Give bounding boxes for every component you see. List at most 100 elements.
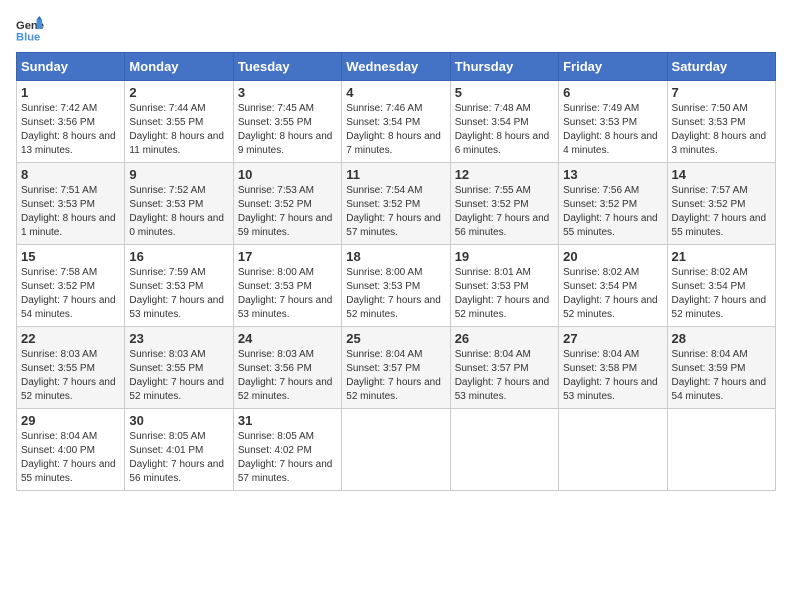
day-info: Sunrise: 7:53 AM Sunset: 3:52 PM Dayligh… [238,184,337,240]
calendar-cell: 27 Sunrise: 8:04 AM Sunset: 3:58 PM Dayl… [559,327,667,409]
day-info: Sunrise: 7:46 AM Sunset: 3:54 PM Dayligh… [346,102,445,158]
day-number: 1 [21,85,120,100]
calendar-header-saturday: Saturday [667,53,775,81]
day-number: 9 [129,167,228,182]
logo: General Blue [16,16,48,44]
calendar-cell [559,409,667,491]
calendar-header-row: SundayMondayTuesdayWednesdayThursdayFrid… [17,53,776,81]
day-info: Sunrise: 7:55 AM Sunset: 3:52 PM Dayligh… [455,184,554,240]
calendar-cell: 2 Sunrise: 7:44 AM Sunset: 3:55 PM Dayli… [125,81,233,163]
calendar-header-tuesday: Tuesday [233,53,341,81]
calendar-cell: 23 Sunrise: 8:03 AM Sunset: 3:55 PM Dayl… [125,327,233,409]
day-number: 15 [21,249,120,264]
day-info: Sunrise: 8:05 AM Sunset: 4:01 PM Dayligh… [129,430,228,486]
day-info: Sunrise: 8:02 AM Sunset: 3:54 PM Dayligh… [563,266,662,322]
calendar-cell: 7 Sunrise: 7:50 AM Sunset: 3:53 PM Dayli… [667,81,775,163]
day-number: 31 [238,413,337,428]
day-number: 26 [455,331,554,346]
calendar-week-row: 1 Sunrise: 7:42 AM Sunset: 3:56 PM Dayli… [17,81,776,163]
day-number: 3 [238,85,337,100]
day-number: 8 [21,167,120,182]
day-info: Sunrise: 8:04 AM Sunset: 3:58 PM Dayligh… [563,348,662,404]
day-number: 20 [563,249,662,264]
calendar-week-row: 8 Sunrise: 7:51 AM Sunset: 3:53 PM Dayli… [17,163,776,245]
day-number: 22 [21,331,120,346]
calendar-cell: 8 Sunrise: 7:51 AM Sunset: 3:53 PM Dayli… [17,163,125,245]
day-info: Sunrise: 7:42 AM Sunset: 3:56 PM Dayligh… [21,102,120,158]
day-number: 27 [563,331,662,346]
calendar-week-row: 29 Sunrise: 8:04 AM Sunset: 4:00 PM Dayl… [17,409,776,491]
day-number: 24 [238,331,337,346]
calendar-cell: 13 Sunrise: 7:56 AM Sunset: 3:52 PM Dayl… [559,163,667,245]
day-info: Sunrise: 8:04 AM Sunset: 3:57 PM Dayligh… [455,348,554,404]
day-info: Sunrise: 7:52 AM Sunset: 3:53 PM Dayligh… [129,184,228,240]
calendar-cell [450,409,558,491]
calendar-week-row: 15 Sunrise: 7:58 AM Sunset: 3:52 PM Dayl… [17,245,776,327]
day-number: 14 [672,167,771,182]
day-number: 25 [346,331,445,346]
calendar-cell: 15 Sunrise: 7:58 AM Sunset: 3:52 PM Dayl… [17,245,125,327]
calendar-cell: 11 Sunrise: 7:54 AM Sunset: 3:52 PM Dayl… [342,163,450,245]
day-number: 7 [672,85,771,100]
calendar-header-sunday: Sunday [17,53,125,81]
calendar-cell: 5 Sunrise: 7:48 AM Sunset: 3:54 PM Dayli… [450,81,558,163]
calendar-cell: 29 Sunrise: 8:04 AM Sunset: 4:00 PM Dayl… [17,409,125,491]
calendar-cell: 26 Sunrise: 8:04 AM Sunset: 3:57 PM Dayl… [450,327,558,409]
header: General Blue [16,16,776,44]
day-info: Sunrise: 7:45 AM Sunset: 3:55 PM Dayligh… [238,102,337,158]
day-number: 29 [21,413,120,428]
day-info: Sunrise: 7:48 AM Sunset: 3:54 PM Dayligh… [455,102,554,158]
day-number: 5 [455,85,554,100]
day-number: 16 [129,249,228,264]
calendar-header-wednesday: Wednesday [342,53,450,81]
day-number: 4 [346,85,445,100]
calendar-cell: 16 Sunrise: 7:59 AM Sunset: 3:53 PM Dayl… [125,245,233,327]
calendar-cell: 9 Sunrise: 7:52 AM Sunset: 3:53 PM Dayli… [125,163,233,245]
calendar-cell: 14 Sunrise: 7:57 AM Sunset: 3:52 PM Dayl… [667,163,775,245]
calendar: SundayMondayTuesdayWednesdayThursdayFrid… [16,52,776,491]
day-info: Sunrise: 7:59 AM Sunset: 3:53 PM Dayligh… [129,266,228,322]
calendar-cell: 12 Sunrise: 7:55 AM Sunset: 3:52 PM Dayl… [450,163,558,245]
day-info: Sunrise: 8:03 AM Sunset: 3:56 PM Dayligh… [238,348,337,404]
calendar-header-friday: Friday [559,53,667,81]
day-number: 17 [238,249,337,264]
day-number: 11 [346,167,445,182]
calendar-cell: 24 Sunrise: 8:03 AM Sunset: 3:56 PM Dayl… [233,327,341,409]
day-info: Sunrise: 8:00 AM Sunset: 3:53 PM Dayligh… [346,266,445,322]
day-number: 21 [672,249,771,264]
day-info: Sunrise: 8:04 AM Sunset: 3:59 PM Dayligh… [672,348,771,404]
day-number: 13 [563,167,662,182]
svg-text:Blue: Blue [16,31,40,43]
day-info: Sunrise: 8:03 AM Sunset: 3:55 PM Dayligh… [21,348,120,404]
day-number: 10 [238,167,337,182]
calendar-cell: 17 Sunrise: 8:00 AM Sunset: 3:53 PM Dayl… [233,245,341,327]
day-info: Sunrise: 8:02 AM Sunset: 3:54 PM Dayligh… [672,266,771,322]
day-info: Sunrise: 8:05 AM Sunset: 4:02 PM Dayligh… [238,430,337,486]
day-number: 23 [129,331,228,346]
day-number: 28 [672,331,771,346]
day-info: Sunrise: 7:58 AM Sunset: 3:52 PM Dayligh… [21,266,120,322]
calendar-cell: 4 Sunrise: 7:46 AM Sunset: 3:54 PM Dayli… [342,81,450,163]
calendar-cell: 20 Sunrise: 8:02 AM Sunset: 3:54 PM Dayl… [559,245,667,327]
day-info: Sunrise: 7:56 AM Sunset: 3:52 PM Dayligh… [563,184,662,240]
day-number: 6 [563,85,662,100]
day-info: Sunrise: 7:54 AM Sunset: 3:52 PM Dayligh… [346,184,445,240]
calendar-cell: 21 Sunrise: 8:02 AM Sunset: 3:54 PM Dayl… [667,245,775,327]
calendar-cell: 22 Sunrise: 8:03 AM Sunset: 3:55 PM Dayl… [17,327,125,409]
day-number: 12 [455,167,554,182]
day-info: Sunrise: 7:44 AM Sunset: 3:55 PM Dayligh… [129,102,228,158]
calendar-header-monday: Monday [125,53,233,81]
calendar-header-thursday: Thursday [450,53,558,81]
day-number: 2 [129,85,228,100]
calendar-cell: 1 Sunrise: 7:42 AM Sunset: 3:56 PM Dayli… [17,81,125,163]
calendar-cell: 19 Sunrise: 8:01 AM Sunset: 3:53 PM Dayl… [450,245,558,327]
calendar-cell [342,409,450,491]
day-info: Sunrise: 8:00 AM Sunset: 3:53 PM Dayligh… [238,266,337,322]
day-info: Sunrise: 8:03 AM Sunset: 3:55 PM Dayligh… [129,348,228,404]
calendar-cell: 25 Sunrise: 8:04 AM Sunset: 3:57 PM Dayl… [342,327,450,409]
day-number: 18 [346,249,445,264]
day-info: Sunrise: 8:04 AM Sunset: 3:57 PM Dayligh… [346,348,445,404]
logo-icon: General Blue [16,16,44,44]
calendar-cell [667,409,775,491]
calendar-cell: 3 Sunrise: 7:45 AM Sunset: 3:55 PM Dayli… [233,81,341,163]
